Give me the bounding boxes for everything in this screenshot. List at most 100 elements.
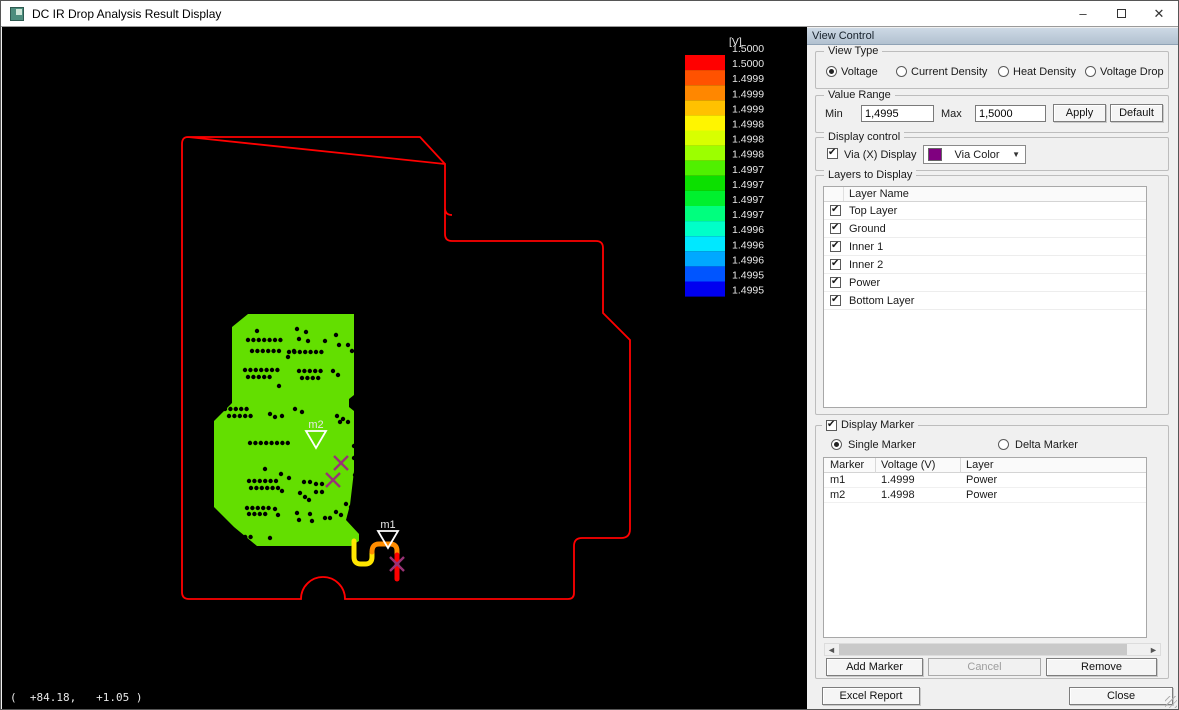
layer-checkbox[interactable]	[830, 241, 841, 252]
layer-name: Ground	[849, 223, 886, 235]
close-window-button[interactable]: ✕	[1140, 1, 1178, 26]
via-display-checkbox[interactable]	[827, 148, 838, 159]
resize-grip[interactable]	[1165, 696, 1177, 708]
scroll-left-icon[interactable]: ◄	[825, 644, 838, 655]
via-dot	[270, 486, 274, 490]
layer-checkbox[interactable]	[830, 295, 841, 306]
layer-name: Power	[849, 277, 880, 289]
excel-report-button[interactable]: Excel Report	[822, 687, 920, 705]
via-dot	[243, 368, 247, 372]
legend-tick-label: 1.4997	[732, 209, 764, 221]
via-dot	[303, 495, 307, 499]
via-dot	[244, 407, 248, 411]
layer-row-bottom-layer[interactable]: Bottom Layer	[824, 292, 1146, 310]
via-dot	[258, 512, 262, 516]
via-dot	[320, 482, 324, 486]
column-divider	[960, 458, 961, 473]
apply-button[interactable]: Apply	[1053, 104, 1106, 122]
marker-table[interactable]: Marker Voltage (V) Layer m11.4999Powerm2…	[823, 457, 1147, 638]
view-type-group: View Type VoltageCurrent DensityHeat Den…	[815, 51, 1169, 89]
via-dot	[260, 486, 264, 490]
cancel-button[interactable]: Cancel	[928, 658, 1041, 676]
via-dot	[262, 338, 266, 342]
layer-row-top-layer[interactable]: Top Layer	[824, 202, 1146, 220]
via-dot	[254, 486, 258, 490]
scroll-right-icon[interactable]: ►	[1147, 644, 1160, 655]
layer-row-power[interactable]: Power	[824, 274, 1146, 292]
layer-row-inner-1[interactable]: Inner 1	[824, 238, 1146, 256]
marker-id-cell: m1	[830, 474, 845, 486]
layer-row-inner-2[interactable]: Inner 2	[824, 256, 1146, 274]
close-button[interactable]: Close	[1069, 687, 1173, 705]
layer-checkbox[interactable]	[830, 223, 841, 234]
add-marker-button[interactable]: Add Marker	[826, 658, 923, 676]
legend-color-block	[685, 206, 725, 221]
marker-voltage-cell: 1.4999	[881, 474, 915, 486]
max-input[interactable]	[975, 105, 1046, 122]
horizontal-scrollbar[interactable]: ◄ ►	[824, 643, 1161, 656]
via-dot	[279, 472, 283, 476]
via-dot	[308, 350, 312, 354]
via-dot	[275, 441, 279, 445]
view-type-radio-voltage[interactable]	[826, 66, 837, 77]
via-dot	[297, 518, 301, 522]
value-range-label: Value Range	[824, 89, 895, 101]
via-dot	[235, 541, 239, 545]
marker-table-row[interactable]: m21.4998Power	[824, 488, 1146, 503]
via-dot	[344, 502, 348, 506]
via-dot	[269, 441, 273, 445]
layer-row-ground[interactable]: Ground	[824, 220, 1146, 238]
delta-marker-label: Delta Marker	[1015, 439, 1078, 451]
via-dot	[268, 412, 272, 416]
view-type-radio-voltage-drop[interactable]	[1085, 66, 1096, 77]
legend-color-block	[685, 55, 725, 70]
single-marker-label: Single Marker	[848, 439, 916, 451]
maximize-button[interactable]	[1102, 1, 1140, 26]
view-type-radio-heat-density[interactable]	[998, 66, 1009, 77]
via-dot	[256, 506, 260, 510]
via-dot	[328, 516, 332, 520]
via-display-label: Via (X) Display	[844, 149, 917, 161]
app-icon	[10, 7, 24, 21]
scrollbar-thumb[interactable]	[839, 644, 1127, 655]
via-dot	[308, 480, 312, 484]
via-dot	[246, 541, 250, 545]
default-button[interactable]: Default	[1110, 104, 1163, 122]
via-dot	[241, 541, 245, 545]
layers-list[interactable]: Layer Name Top LayerGroundInner 1Inner 2…	[823, 186, 1147, 408]
remove-button[interactable]: Remove	[1046, 658, 1157, 676]
via-dot	[254, 368, 258, 372]
view-type-option-label: Current Density	[911, 66, 987, 78]
legend-color-block	[685, 100, 725, 115]
via-dot	[306, 339, 310, 343]
marker-table-row[interactable]: m11.4999Power	[824, 473, 1146, 488]
single-marker-radio[interactable]	[831, 439, 842, 450]
display-marker-checkbox[interactable]	[826, 420, 837, 431]
minimize-button[interactable]: –	[1064, 1, 1102, 26]
pcb-canvas[interactable]: m1m2[V]1.50001.50001.49991.49991.49991.4…	[2, 27, 807, 710]
via-color-dropdown[interactable]: Via Color ▼	[923, 145, 1026, 164]
layer-checkbox[interactable]	[830, 205, 841, 216]
legend-tick-label: 1.4996	[732, 224, 764, 236]
via-dot	[267, 375, 271, 379]
layer-checkbox[interactable]	[830, 277, 841, 288]
trace-segment	[372, 544, 397, 555]
legend-color-block	[685, 70, 725, 85]
via-dot	[302, 369, 306, 373]
layers-checkbox-column	[824, 187, 844, 201]
via-dot	[253, 441, 257, 445]
legend-color-block	[685, 115, 725, 130]
via-dot	[300, 376, 304, 380]
via-dot	[239, 407, 243, 411]
layer-checkbox[interactable]	[830, 259, 841, 270]
min-input[interactable]	[861, 105, 934, 122]
cursor-coordinates: ( +84.18, +1.05 )	[10, 691, 142, 704]
via-dot	[303, 350, 307, 354]
delta-marker-radio[interactable]	[998, 439, 1009, 450]
view-type-radio-current-density[interactable]	[896, 66, 907, 77]
column-divider	[875, 458, 876, 473]
layer-name: Bottom Layer	[849, 295, 914, 307]
via-dot	[227, 535, 231, 539]
via-dot	[346, 343, 350, 347]
via-dot	[276, 513, 280, 517]
